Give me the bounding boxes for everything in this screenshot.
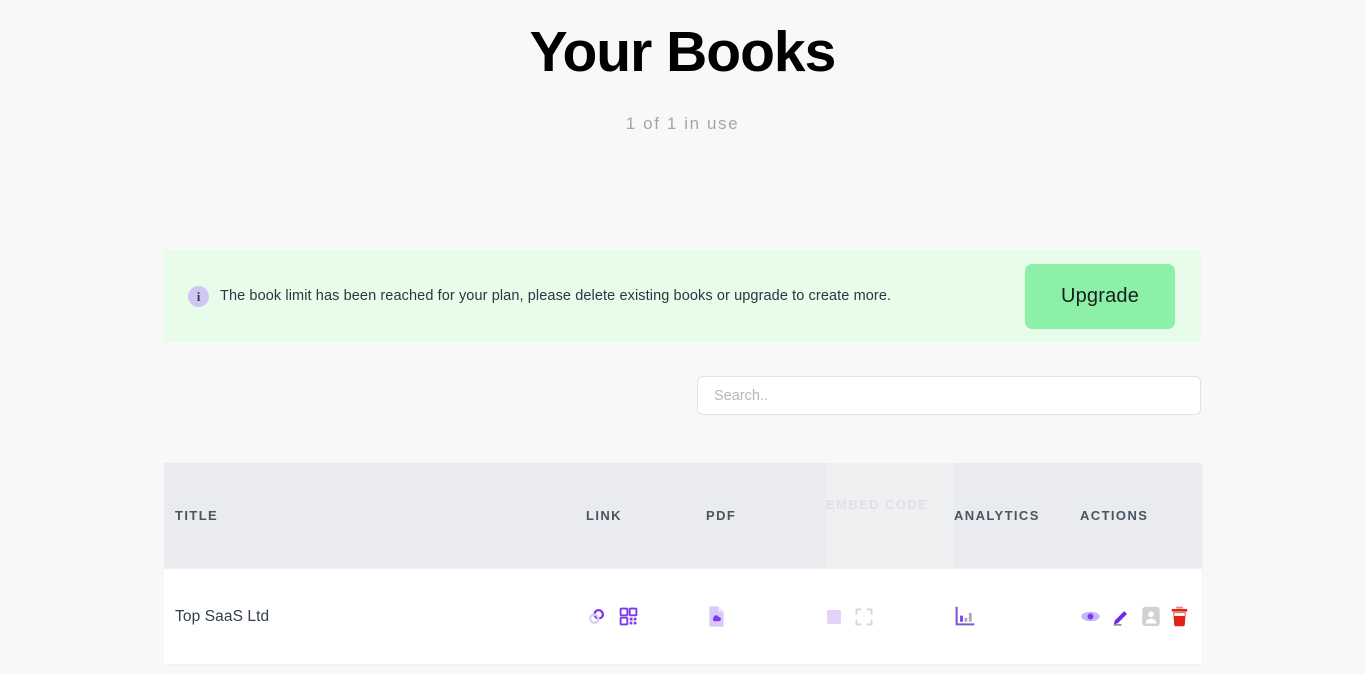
qr-code-icon[interactable] xyxy=(619,607,638,626)
alert-message: The book limit has been reached for your… xyxy=(220,288,892,304)
chain-link-icon[interactable] xyxy=(586,606,607,627)
search-input[interactable] xyxy=(697,376,1201,415)
embed-square-icon[interactable] xyxy=(826,609,842,625)
column-header-link: Link xyxy=(586,508,622,523)
pdf-download-icon[interactable] xyxy=(706,605,727,628)
cell-actions xyxy=(1080,569,1202,664)
info-icon: i xyxy=(188,285,209,307)
expand-icon[interactable] xyxy=(854,607,874,627)
column-header-embed-code-line2: Code xyxy=(884,497,929,512)
table-header-row: Title Link PDF Embed Code Analytics Acti… xyxy=(164,463,1202,568)
contact-card-icon[interactable] xyxy=(1141,606,1161,627)
book-limit-alert: i The book limit has been reached for yo… xyxy=(164,250,1201,342)
column-header-title: Title xyxy=(175,508,219,523)
info-icon-glyph: i xyxy=(196,288,201,304)
eye-icon[interactable] xyxy=(1080,606,1101,627)
cell-link xyxy=(586,569,706,664)
cell-embed-code xyxy=(826,569,954,664)
search-container xyxy=(697,376,1201,415)
bar-chart-icon[interactable] xyxy=(954,606,975,627)
trash-icon[interactable] xyxy=(1171,606,1188,627)
usage-count: 1 of 1 in use xyxy=(625,114,740,133)
cell-analytics xyxy=(954,569,1080,664)
column-header-analytics: Analytics xyxy=(954,508,1040,523)
cell-title: Top SaaS Ltd xyxy=(164,569,586,664)
column-header-embed-code-line1: Embed xyxy=(826,497,880,512)
upgrade-button[interactable]: Upgrade xyxy=(1025,263,1175,329)
table-row: Top SaaS Ltd xyxy=(164,568,1202,664)
column-header-pdf: PDF xyxy=(706,508,737,523)
column-header-actions: Actions xyxy=(1080,508,1149,523)
books-table: Title Link PDF Embed Code Analytics Acti… xyxy=(164,463,1202,664)
cell-pdf xyxy=(706,569,826,664)
column-header-embed-code: Embed Code xyxy=(826,463,954,568)
books-page: Your Books 1 of 1 in use i The book limi… xyxy=(0,0,1365,674)
alert-content: i The book limit has been reached for yo… xyxy=(188,285,1025,307)
link-icon-group xyxy=(586,606,638,627)
book-title: Top SaaS Ltd xyxy=(175,607,270,625)
action-icon-group xyxy=(1080,606,1188,627)
pencil-icon[interactable] xyxy=(1111,607,1131,627)
embed-icon-group xyxy=(826,607,874,627)
page-title: Your Books xyxy=(529,20,837,84)
